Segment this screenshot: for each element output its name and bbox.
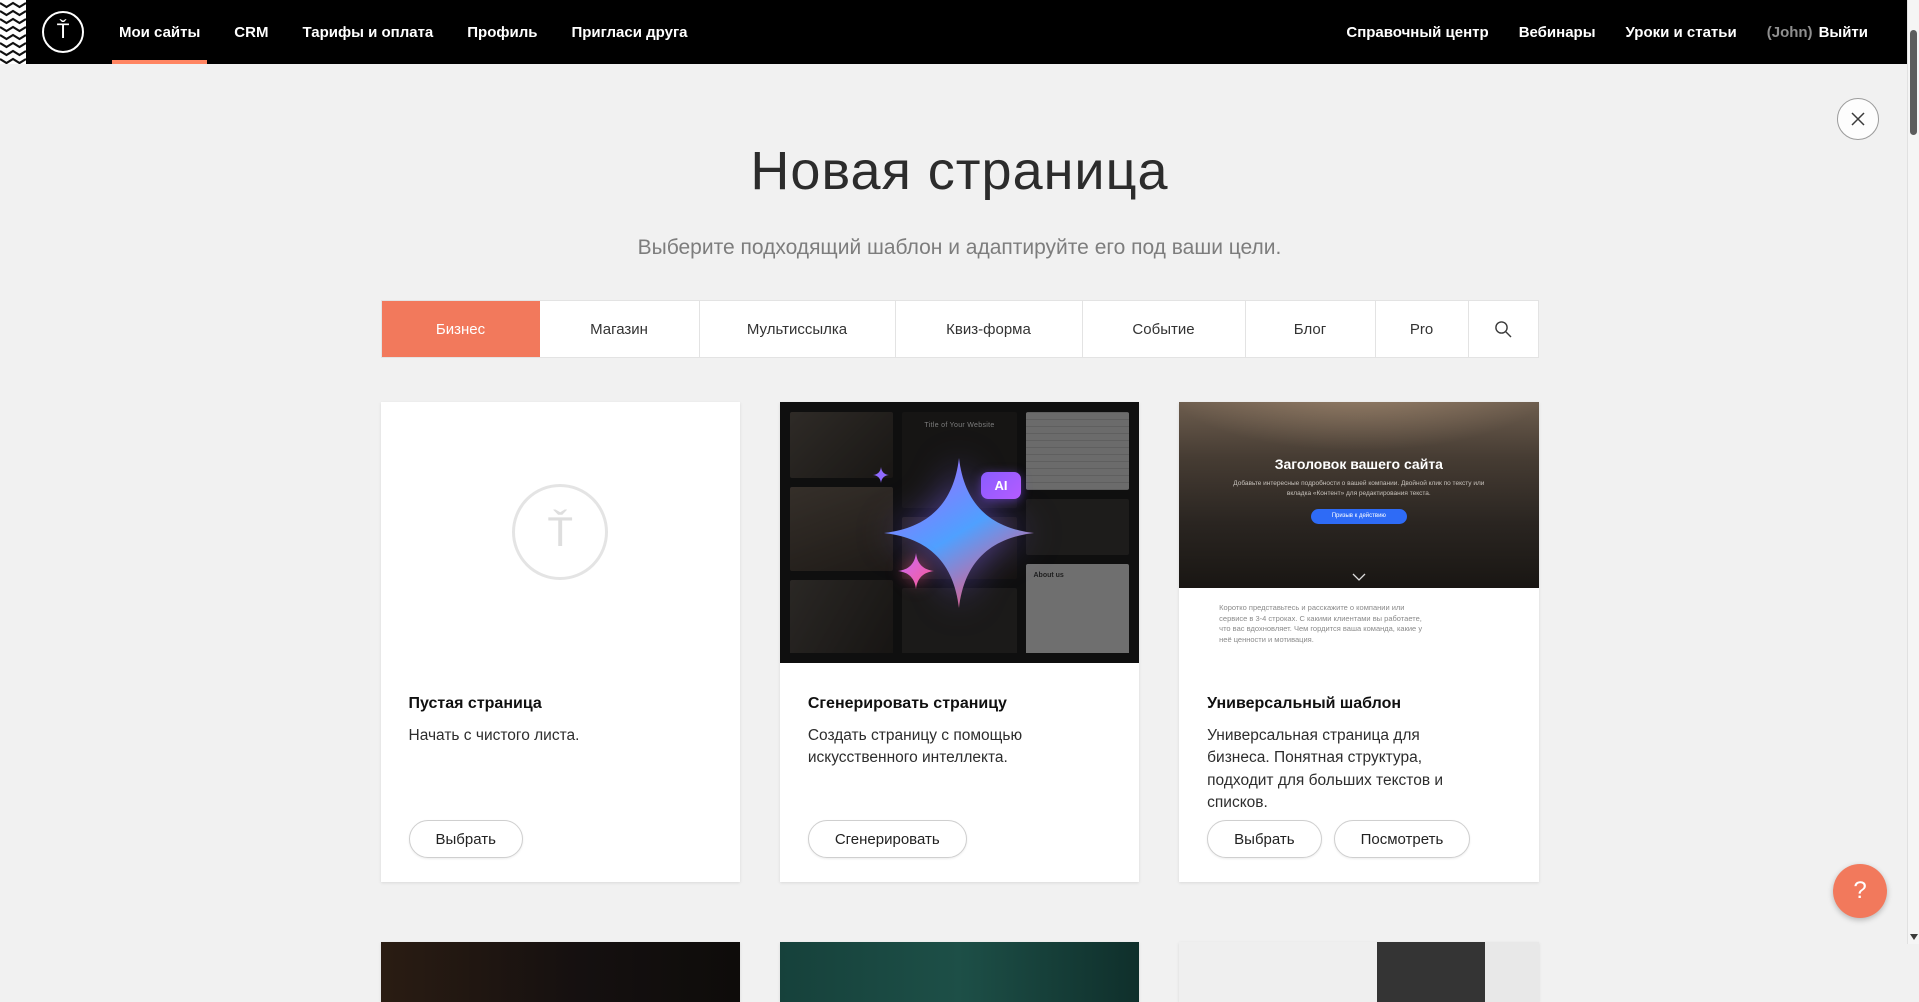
generate-button[interactable]: Сгенерировать [808,820,967,858]
card-preview-partial[interactable] [780,942,1139,1002]
tab-event[interactable]: Событие [1083,301,1246,357]
template-grid-row2 [381,942,1539,1002]
card-title: Универсальный шаблон [1207,695,1510,713]
preview-hero-title: Заголовок вашего сайта [1179,402,1538,472]
preview-hero-text: Добавьте интересные подробности о вашей … [1226,479,1492,499]
card-preview-partial[interactable] [1179,942,1538,1002]
main-content: Новая страница Выберите подходящий шабло… [0,0,1919,1002]
nav-lessons[interactable]: Уроки и статьи [1611,24,1752,41]
chevron-down-icon [1352,573,1366,581]
primary-nav: Мои сайты CRM Тарифы и оплата Профиль Пр… [102,0,705,64]
card-preview-partial[interactable] [381,942,740,1002]
logout-label: Выйти [1819,24,1868,41]
card-description: Универсальная страница для бизнеса. Поня… [1207,725,1486,815]
preview-body: Коротко представьтесь и расскажите о ком… [1179,588,1538,663]
template-category-tabs: Бизнес Магазин Мультиссылка Квиз-форма С… [381,300,1539,358]
card-actions: Выбрать [409,820,712,862]
card-blank-page[interactable]: Ť Пустая страница Начать с чистого листа… [381,402,740,882]
select-blank-button[interactable]: Выбрать [409,820,523,858]
zigzag-pattern-icon [0,0,26,64]
tab-quiz[interactable]: Квиз-форма [896,301,1083,357]
close-button[interactable] [1837,98,1879,140]
tilda-watermark-icon: Ť [512,484,608,580]
scrollbar-down-arrow[interactable] [1910,934,1918,940]
card-ai-generate[interactable]: Title of Your Website About us [780,402,1139,882]
nav-help-center[interactable]: Справочный центр [1331,24,1503,41]
tab-shop[interactable]: Магазин [540,301,700,357]
close-icon [1850,111,1866,127]
tab-search[interactable] [1469,301,1538,357]
card-universal-template[interactable]: Заголовок вашего сайта Добавьте интересн… [1179,402,1538,882]
card-description: Начать с чистого листа. [409,725,688,747]
nav-crm[interactable]: CRM [217,0,285,64]
card-title: Сгенерировать страницу [808,695,1111,713]
preview-body-text: Коротко представьтесь и расскажите о ком… [1219,603,1434,645]
select-universal-button[interactable]: Выбрать [1207,820,1321,858]
card-actions: Сгенерировать [808,820,1111,862]
blank-page-preview: Ť [381,402,740,663]
nav-my-sites[interactable]: Мои сайты [102,0,217,64]
nav-webinars[interactable]: Вебинары [1504,24,1611,41]
tilda-logo[interactable]: Ť [42,11,84,53]
card-body: Сгенерировать страницу Создать страницу … [780,663,1139,882]
ai-sparkle-small-icon [898,553,934,589]
scrollbar-thumb[interactable] [1910,30,1917,135]
preview-hero: Заголовок вашего сайта Добавьте интересн… [1179,402,1538,588]
card-description: Создать страницу с помощью искусственног… [808,725,1087,770]
nav-invite-friend[interactable]: Пригласи друга [554,0,704,64]
nav-profile[interactable]: Профиль [450,0,554,64]
user-name: (John) [1767,24,1813,41]
card-actions: Выбрать Посмотреть [1207,820,1510,862]
vertical-scrollbar[interactable] [1907,0,1919,944]
secondary-nav: Справочный центр Вебинары Уроки и статьи… [1331,24,1907,41]
tilda-logo-glyph: Ť [57,20,70,44]
ai-badge: AI [981,472,1021,499]
template-grid: Ť Пустая страница Начать с чистого листа… [381,402,1539,882]
ai-generate-preview: Title of Your Website About us [780,402,1139,663]
tab-business[interactable]: Бизнес [382,301,540,357]
search-icon [1494,320,1513,339]
page-title: Новая страница [0,140,1919,202]
preview-hero-button: Призыв к действию [1311,509,1407,524]
help-button[interactable]: ? [1833,864,1887,918]
tab-blog[interactable]: Блог [1246,301,1376,357]
nav-logout[interactable]: (John) Выйти [1752,24,1883,41]
view-universal-button[interactable]: Посмотреть [1334,820,1471,858]
card-body: Пустая страница Начать с чистого листа. … [381,663,740,882]
universal-template-preview: Заголовок вашего сайта Добавьте интересн… [1179,402,1538,663]
top-navbar: Ť Мои сайты CRM Тарифы и оплата Профиль … [0,0,1907,64]
nav-tariffs[interactable]: Тарифы и оплата [285,0,450,64]
tab-pro[interactable]: Pro [1376,301,1469,357]
page-subtitle: Выберите подходящий шаблон и адаптируйте… [0,236,1919,260]
card-title: Пустая страница [409,695,712,713]
ai-sparkle-tiny-icon [873,467,889,483]
card-body: Универсальный шаблон Универсальная стран… [1179,663,1538,882]
tab-multilink[interactable]: Мультиссылка [700,301,896,357]
